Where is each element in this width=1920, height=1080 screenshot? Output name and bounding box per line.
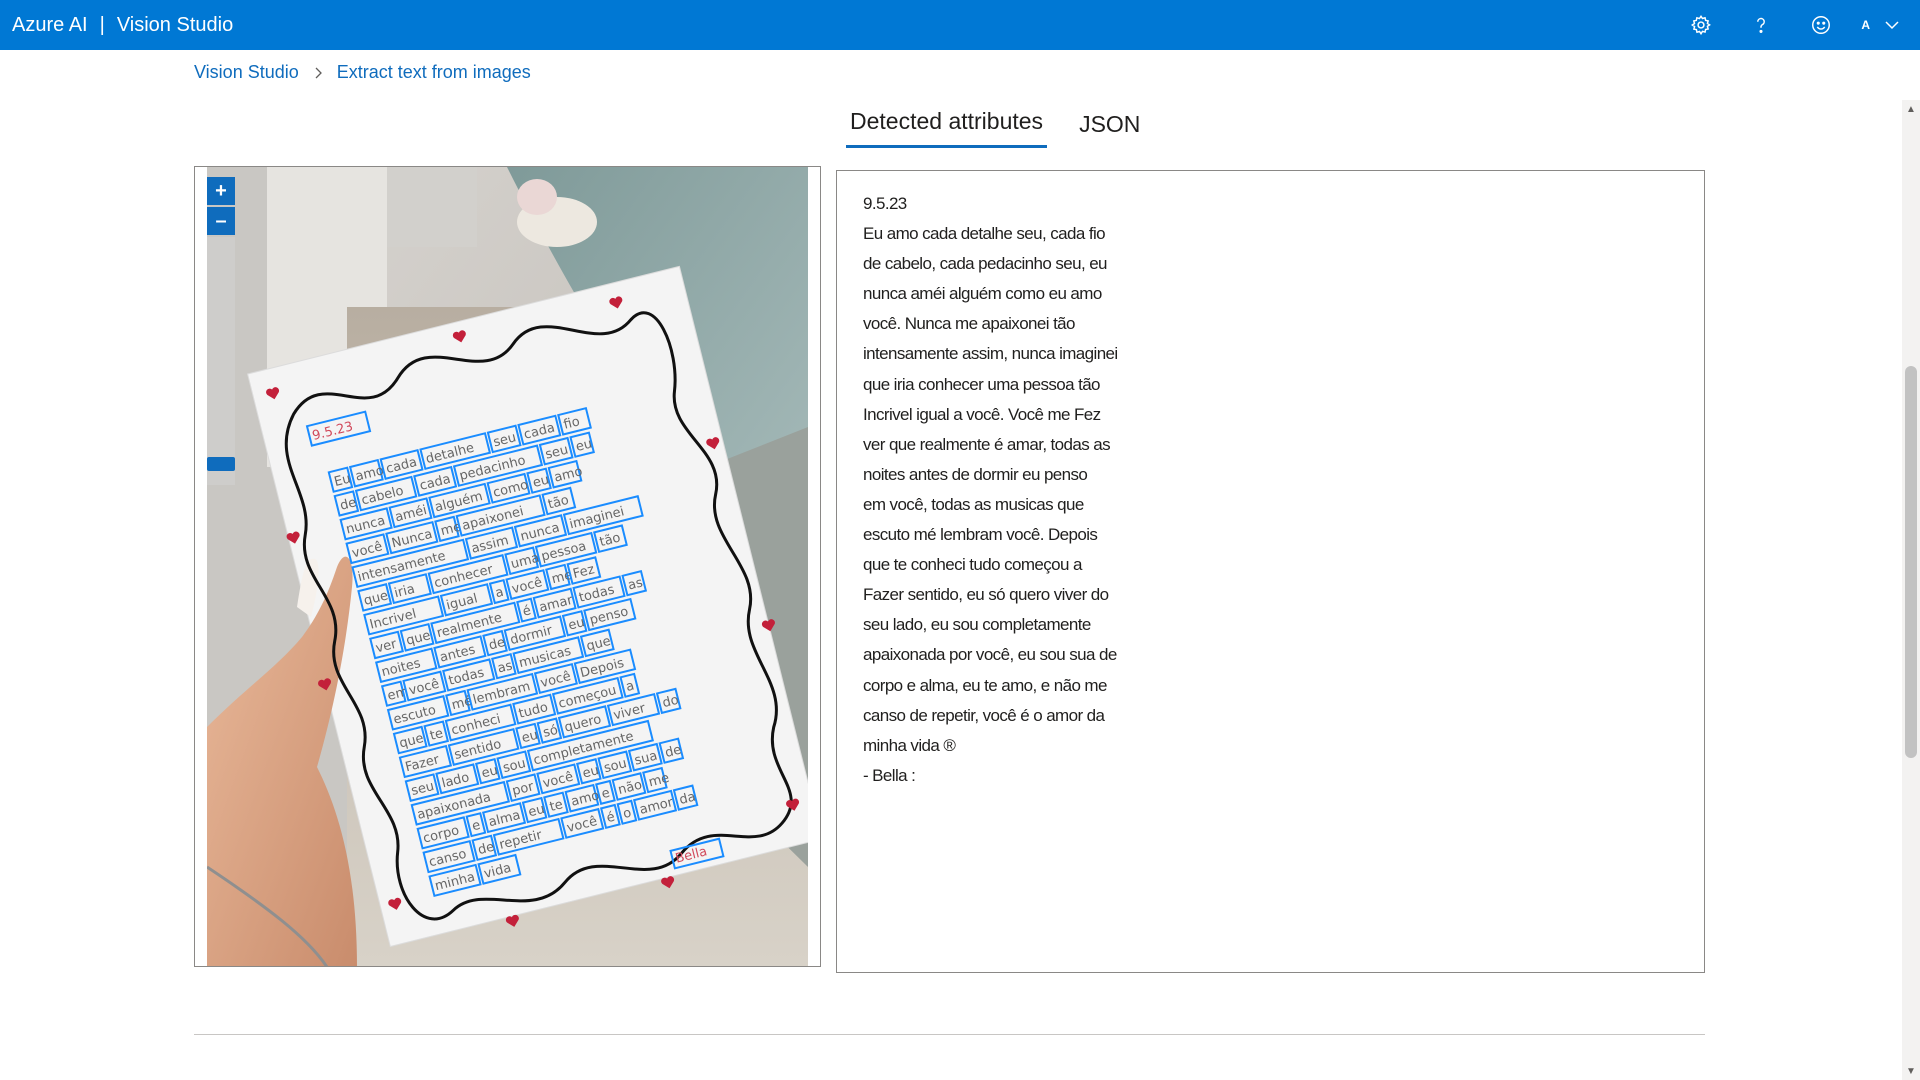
brand[interactable]: Azure AI | Vision Studio xyxy=(12,0,233,50)
detected-text-line: você. Nunca me apaixonei tão xyxy=(863,314,1076,334)
tab-detected-attributes[interactable]: Detected attributes xyxy=(846,102,1048,148)
image-viewer[interactable]: 9.5.23 Eu amo cada detalhe seu cada fio de cabelo… xyxy=(194,166,821,967)
page-scrollbar[interactable]: ▲ ▼ xyxy=(1902,100,1920,1080)
question-icon xyxy=(1757,17,1766,33)
top-bar-actions: A xyxy=(1671,0,1920,50)
breadcrumb-vision-studio[interactable]: Vision Studio xyxy=(194,62,299,83)
scroll-up-arrow[interactable]: ▲ xyxy=(1902,100,1920,118)
detected-text-line: corpo e alma, eu te amo, e não me xyxy=(863,675,1107,695)
account-initial: A xyxy=(1861,18,1870,32)
detected-text-line: seu lado, eu sou completamente xyxy=(863,615,1091,635)
detected-text-line: que iria conhecer uma pessoa tão xyxy=(863,374,1101,394)
detected-text-line: 9.5.23 xyxy=(863,194,907,213)
uploaded-image[interactable]: 9.5.23 Eu amo cada detalhe seu cada fio de cabelo… xyxy=(207,167,808,966)
chevron-right-icon xyxy=(313,67,323,79)
top-bar: Azure AI | Vision Studio A xyxy=(0,0,1920,50)
brand-vision-studio: Vision Studio xyxy=(116,13,234,36)
result-tabs: Detected attributes JSON xyxy=(846,100,1172,148)
zoom-slider-thumb[interactable] xyxy=(207,457,235,471)
chevron-down-icon xyxy=(1885,21,1899,30)
detected-text-panel[interactable]: 9.5.23 Eu amo cada detalhe seu, cada fio d… xyxy=(836,170,1705,973)
settings-button[interactable] xyxy=(1671,0,1731,50)
zoom-out-button[interactable]: – xyxy=(207,207,235,235)
detected-text-line: escuto mé lembram você. Depois xyxy=(863,525,1098,545)
detected-text-line: de cabelo, cada pedacinho seu, eu xyxy=(863,254,1108,274)
detected-text-line: noites antes de dormir eu penso xyxy=(863,464,1088,484)
section-divider xyxy=(194,1034,1705,1035)
detected-text-line: minha vida ® xyxy=(863,735,956,755)
zoom-in-button[interactable]: + xyxy=(207,177,235,205)
detected-text-line: em você, todas as musicas que xyxy=(863,494,1084,514)
feedback-button[interactable] xyxy=(1791,0,1851,50)
detected-text-line: Fazer sentido, eu só quero viver do xyxy=(863,585,1109,605)
scroll-down-arrow[interactable]: ▼ xyxy=(1902,1062,1920,1080)
detected-text-line: ver que realmente é amar, todas as xyxy=(863,434,1111,454)
account-menu[interactable]: A xyxy=(1851,0,1920,50)
detected-text-line: - Bella : xyxy=(863,765,916,785)
photo-of-handwritten-letter: 9.5.23Eu amo cada detalheseu cada fiode cabelo… xyxy=(207,167,808,966)
detected-text-line: que te conheci tudo começou a xyxy=(863,555,1082,575)
gear-icon xyxy=(1691,14,1712,36)
detected-text-line: nunca améi alguém como eu amo xyxy=(863,284,1102,304)
zoom-controls: + – xyxy=(207,177,235,485)
detected-text-line: apaixonada por você, eu sou sua de xyxy=(863,645,1117,665)
zoom-slider[interactable] xyxy=(207,237,235,485)
scrollbar-thumb[interactable] xyxy=(1905,366,1917,758)
detected-text-line: canso de repetir, você é o amor da xyxy=(863,705,1105,725)
detected-text-line: Eu amo cada detalhe seu, cada fio xyxy=(863,224,1106,244)
brand-separator: | xyxy=(99,13,105,36)
brand-azure-ai: Azure AI xyxy=(12,13,88,36)
detected-text-lines: 9.5.23 Eu amo cada detalhe seu, cada fio d… xyxy=(863,189,1678,791)
tab-json[interactable]: JSON xyxy=(1075,105,1144,148)
smiley-icon xyxy=(1812,16,1831,34)
breadcrumb-extract-text[interactable]: Extract text from images xyxy=(337,62,531,83)
detected-text-line: intensamente assim, nunca imaginei xyxy=(863,344,1118,364)
breadcrumb: Vision Studio Extract text from images xyxy=(194,62,531,83)
detected-text-line: Incrivel igual a você. Você me Fez xyxy=(863,404,1101,424)
help-button[interactable] xyxy=(1731,0,1791,50)
